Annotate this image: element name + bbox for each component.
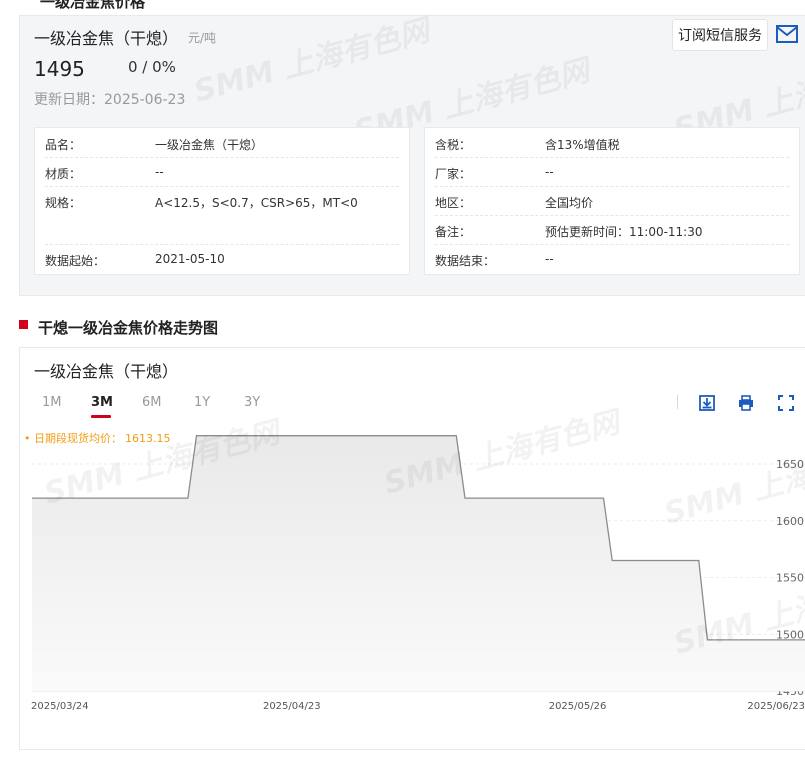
detail-row: 地区： 全国均价 xyxy=(435,186,789,216)
details-right-box: 含税： 含13%增值税 厂家： -- 地区： 全国均价 备注： 预估更新时间：1… xyxy=(424,127,800,275)
x-tick-label: 2025/04/23 xyxy=(263,701,321,712)
section-title: 干熄一级冶金焦价格走势图 xyxy=(38,319,219,337)
chart-card: 一级冶金焦（干熄） 1M 3M 6M 1Y 3Y 1650 1600 1550 150… xyxy=(19,347,805,750)
y-tick-label: 1550 xyxy=(776,572,804,585)
detail-row: 品名： 一级冶金焦（干熄） xyxy=(45,128,399,158)
details-left-box: 品名： 一级冶金焦（干熄） 材质： -- 规格： A<12.5，S<0.7，CS… xyxy=(34,127,410,275)
price-unit: 元/吨 xyxy=(188,31,217,45)
price-card: SMM 上海有色网 SMM 上海有色网 SMM 上海有色网 一级冶金焦（干熄） … xyxy=(19,13,805,296)
y-tick-label: 1600 xyxy=(776,515,804,528)
average-price-note: • 日期段现货均价： 1613.15 xyxy=(24,432,171,445)
section-marker xyxy=(19,320,28,329)
watermark: SMM 上海有色网 xyxy=(190,13,434,110)
x-tick-label: 2025/05/26 xyxy=(549,701,607,712)
y-tick-label: 1650 xyxy=(776,458,804,471)
price-area xyxy=(32,435,805,691)
detail-row: 含税： 含13%增值税 xyxy=(435,128,789,158)
detail-row: 数据起始： 2021-05-10 xyxy=(45,252,225,268)
detail-row: 材质： -- xyxy=(45,157,399,187)
price-change: 0 / 0% xyxy=(128,58,176,76)
update-date: 更新日期：2025-06-23 xyxy=(34,92,186,108)
current-price: 1495 xyxy=(34,57,85,81)
detail-row: 规格： A<12.5，S<0.7，CSR>65，MT<0 xyxy=(45,186,399,245)
mail-icon[interactable] xyxy=(776,25,798,43)
previous-section-heading: 一级冶金焦价格 xyxy=(40,0,146,11)
detail-row: 厂家： -- xyxy=(435,157,789,187)
detail-row: 数据结束： -- xyxy=(435,252,554,268)
product-title: 一级冶金焦（干熄） xyxy=(34,29,179,48)
detail-row: 备注： 预估更新时间：11:00-11:30 xyxy=(435,215,789,245)
subscribe-sms-button[interactable]: 订阅短信服务 xyxy=(672,19,768,51)
price-chart: 165016001550150014502025/03/242025/04/23… xyxy=(31,435,805,712)
x-tick-label: 2025/03/24 xyxy=(31,701,89,712)
x-tick-label: 2025/06/23 xyxy=(747,701,805,712)
